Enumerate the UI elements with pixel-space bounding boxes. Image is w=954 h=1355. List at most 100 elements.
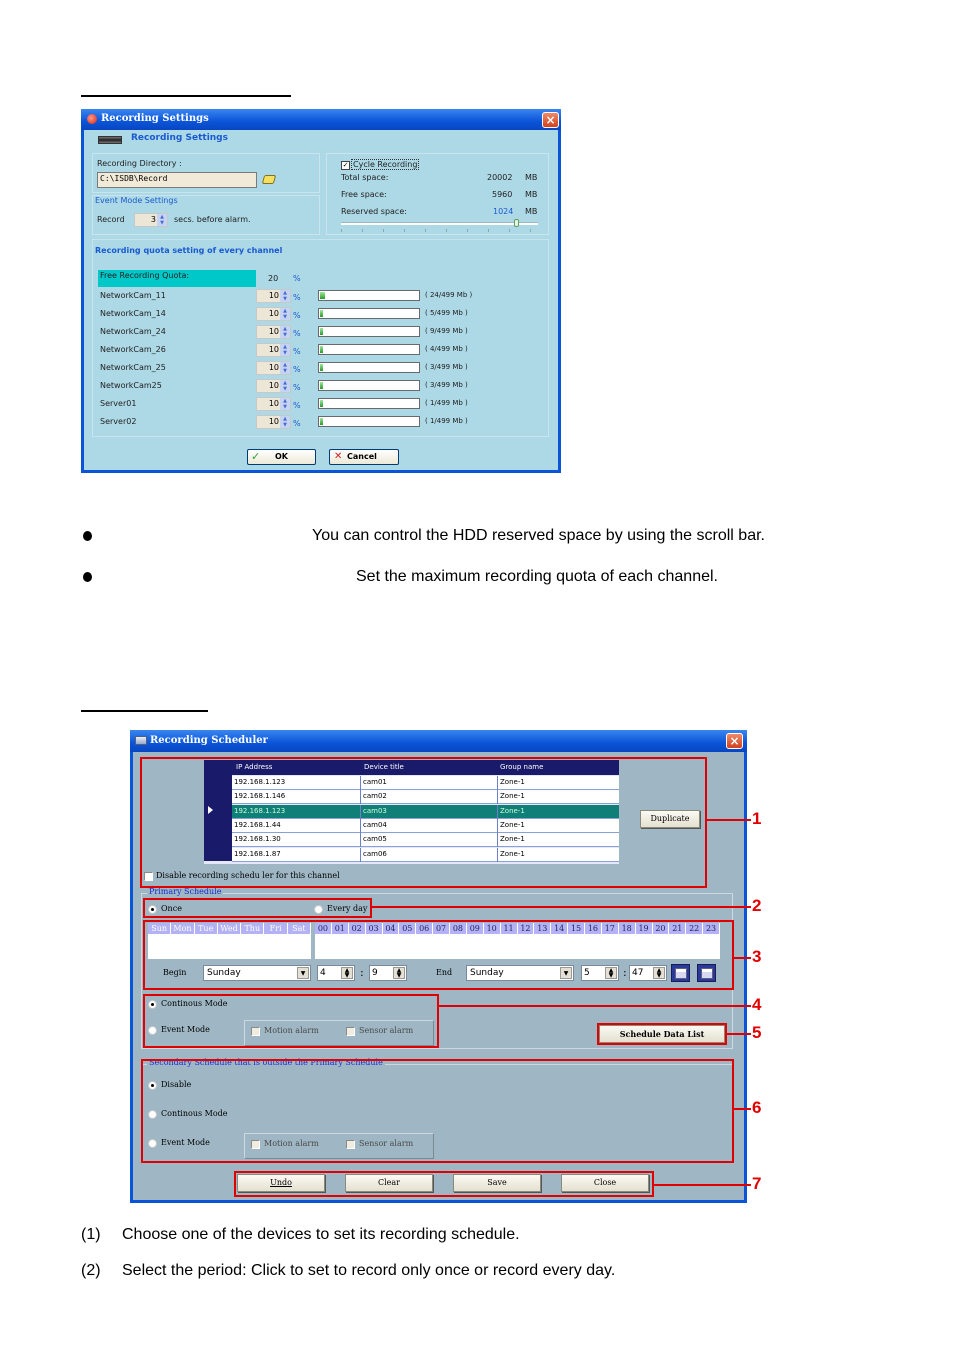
channel-usage-bar: [318, 416, 420, 427]
folder-browse-icon[interactable]: [261, 175, 277, 184]
channel-percent: %: [293, 365, 301, 374]
spinner-arrows-icon[interactable]: ▲ ▼: [280, 380, 290, 392]
channel-usage-text: ( 24/499 Mb ): [425, 291, 473, 299]
reserved-space-value: 1024: [493, 207, 514, 216]
channel-usage-text: ( 4/499 Mb ): [425, 345, 468, 353]
record-seconds-spinner[interactable]: 3 ▲ ▼: [134, 213, 168, 227]
free-space-unit: MB: [525, 190, 538, 199]
close-icon[interactable]: ×: [726, 733, 743, 749]
cancel-button[interactable]: ✕ Cancel: [329, 449, 399, 465]
channel-percent: %: [293, 419, 301, 428]
channel-name: Server01: [100, 399, 137, 408]
cycle-recording-label[interactable]: Cycle Recording: [351, 159, 420, 170]
channel-quota-spinner[interactable]: 10 ▲ ▼: [256, 415, 291, 429]
callout-5: 5: [752, 1023, 762, 1042]
free-quota-percent: %: [293, 274, 301, 283]
channel-usage-text: ( 1/499 Mb ): [425, 399, 468, 407]
channel-name: NetworkCam_26: [100, 345, 166, 354]
annotation-box-5: [597, 1023, 727, 1045]
channel-usage-fill: [320, 400, 323, 407]
bullet-icon: [83, 531, 92, 541]
channel-percent: %: [293, 347, 301, 356]
annotation-leader-3: [734, 957, 751, 959]
channel-usage-fill: [320, 418, 323, 425]
channel-usage-fill: [320, 346, 323, 353]
annotation-leader-6: [734, 1108, 751, 1110]
channel-percent: %: [293, 383, 301, 392]
spinner-arrows-icon[interactable]: ▲ ▼: [280, 398, 290, 410]
channel-usage-text: ( 3/499 Mb ): [425, 381, 468, 389]
spinner-arrows-icon[interactable]: ▲ ▼: [280, 416, 290, 428]
callout-1: 1: [752, 809, 762, 828]
channel-usage-text: ( 5/499 Mb ): [425, 309, 468, 317]
window-title: Recording Settings: [101, 113, 209, 124]
annotation-leader-4: [439, 1005, 751, 1007]
spinner-arrows-icon[interactable]: ▲ ▼: [157, 214, 167, 226]
spinner-arrows-icon[interactable]: ▲ ▼: [280, 344, 290, 356]
channel-name: NetworkCam_14: [100, 309, 166, 318]
channel-quota-spinner[interactable]: 10 ▲ ▼: [256, 325, 291, 339]
channel-quota-spinner[interactable]: 10 ▲ ▼: [256, 307, 291, 321]
step-text-1: Choose one of the devices to set its rec…: [122, 1226, 520, 1243]
channel-name: NetworkCam_25: [100, 363, 166, 372]
channel-name: Server02: [100, 417, 137, 426]
spinner-arrows-icon[interactable]: ▲ ▼: [280, 362, 290, 374]
ok-button[interactable]: ✓ OK: [247, 449, 316, 465]
bullet-text-2: Set the maximum recording quota of each …: [356, 568, 718, 585]
record-suffix: secs. before alarm.: [174, 215, 251, 224]
channel-quota-spinner[interactable]: 10 ▲ ▼: [256, 397, 291, 411]
reserved-space-label: Reserved space:: [341, 207, 407, 216]
annotation-leader-5: [727, 1033, 751, 1035]
reserved-space-slider-track[interactable]: [341, 222, 538, 225]
cycle-recording-checkbox[interactable]: ✓: [341, 161, 350, 170]
recording-scheduler-titlebar: Recording Scheduler: [130, 730, 747, 752]
quota-section-title: Recording quota setting of every channel: [95, 246, 283, 255]
channel-percent: %: [293, 311, 301, 320]
spinner-arrows-icon[interactable]: ▲ ▼: [280, 290, 290, 302]
channel-quota-spinner[interactable]: 10 ▲ ▼: [256, 361, 291, 375]
channel-usage-fill: [320, 382, 323, 389]
channel-usage-bar: [318, 290, 420, 301]
channel-name: NetworkCam_11: [100, 291, 166, 300]
step-number-1: (1): [81, 1226, 101, 1243]
spinner-arrows-icon[interactable]: ▲ ▼: [280, 326, 290, 338]
window-title: Recording Scheduler: [150, 735, 268, 746]
close-icon[interactable]: ×: [542, 112, 559, 128]
annotation-box-3: [143, 920, 734, 990]
free-space-label: Free space:: [341, 190, 387, 199]
recorder-icon: [98, 136, 122, 144]
channel-percent: %: [293, 293, 301, 302]
recording-directory-input[interactable]: C:\ISDB\Record: [97, 172, 257, 188]
total-space-value: 20002: [487, 173, 513, 182]
channel-quota-spinner[interactable]: 10 ▲ ▼: [256, 289, 291, 303]
channel-usage-bar: [318, 362, 420, 373]
channel-usage-text: ( 1/499 Mb ): [425, 417, 468, 425]
callout-3: 3: [752, 947, 762, 966]
reserved-space-slider-thumb[interactable]: [514, 219, 519, 227]
channel-usage-bar: [318, 380, 420, 391]
channel-quota-spinner[interactable]: 10 ▲ ▼: [256, 379, 291, 393]
channel-quota-spinner[interactable]: 10 ▲ ▼: [256, 343, 291, 357]
record-label: Record: [97, 215, 125, 224]
check-icon: ✓: [251, 450, 261, 463]
recording-settings-titlebar: Recording Settings: [81, 109, 561, 130]
channel-usage-fill: [320, 328, 323, 335]
header-title: Recording Settings: [131, 133, 228, 143]
slider-ticks: [341, 229, 538, 232]
callout-4: 4: [752, 995, 762, 1014]
annotation-box-6: [141, 1059, 734, 1163]
channel-usage-fill: [320, 364, 323, 371]
channel-usage-bar: [318, 398, 420, 409]
channel-usage-bar: [318, 308, 420, 319]
recording-directory-label: Recording Directory :: [97, 159, 182, 168]
spinner-arrows-icon[interactable]: ▲ ▼: [280, 308, 290, 320]
channel-percent: %: [293, 401, 301, 410]
section-heading-rule-2: [81, 710, 208, 712]
app-icon: [135, 736, 147, 745]
annotation-leader-7: [654, 1184, 751, 1186]
callout-2: 2: [752, 896, 762, 915]
callout-7: 7: [752, 1174, 762, 1193]
app-icon: [87, 114, 97, 124]
section-heading-rule-1: [81, 95, 291, 97]
free-quota-label: Free Recording Quota:: [98, 270, 256, 287]
